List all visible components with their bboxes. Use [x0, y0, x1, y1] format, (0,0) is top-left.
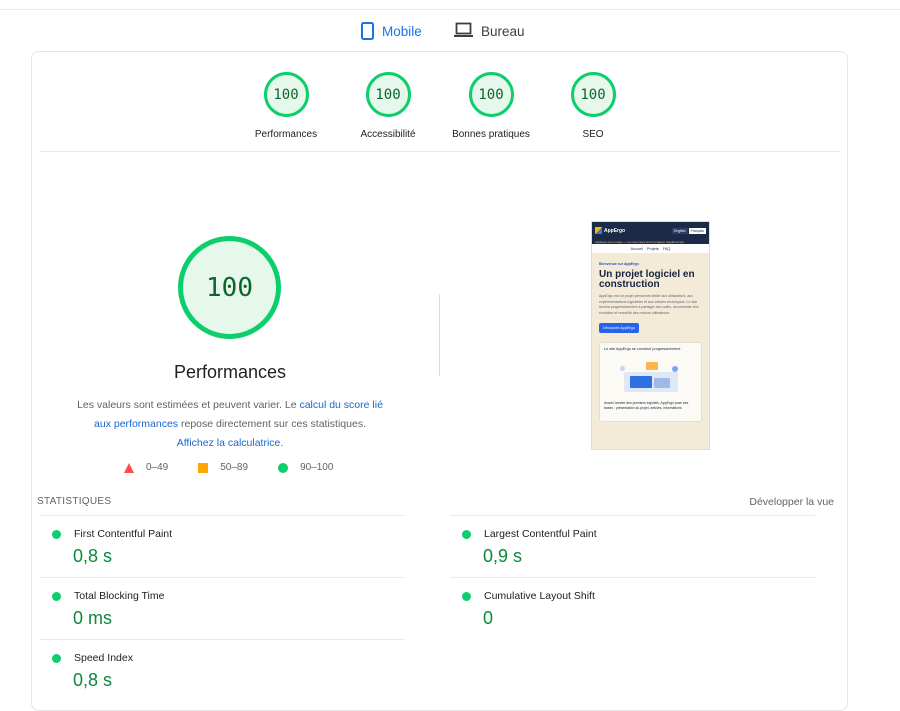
metric-name: First Contentful Paint: [74, 528, 173, 540]
legend-range: 0–49: [146, 462, 169, 473]
tab-bureau-label: Bureau: [481, 24, 525, 39]
gauge-label: Accessibilité: [360, 129, 416, 140]
tab-mobile[interactable]: Mobile: [361, 22, 422, 58]
metric-name: Cumulative Layout Shift: [484, 590, 595, 602]
metric-value: 0,8 s: [73, 546, 113, 566]
legend-range: 90–100: [300, 462, 334, 473]
thumb-navbar: AppErgo English Français: [592, 222, 709, 239]
thumb-lang-switch: English Français: [672, 227, 706, 234]
phone-icon: [361, 22, 374, 43]
vertical-divider: [439, 294, 440, 376]
laptop-icon: [454, 22, 473, 41]
metric-name: Total Blocking Time: [74, 590, 165, 602]
thumb-lang-en: English: [672, 227, 688, 234]
performance-score-gauge: 100: [178, 236, 281, 339]
metric-value: 0,8 s: [73, 670, 113, 690]
square-icon: [198, 462, 209, 473]
gauge-performances[interactable]: 100 Performances: [238, 72, 334, 140]
metric-value: 0 ms: [73, 608, 113, 628]
performance-title: Performances: [173, 362, 287, 382]
desc-text: .: [280, 437, 284, 449]
thumb-paragraph: AppErgo est un projet personnel dédié au…: [599, 294, 699, 315]
thumb-heading: Un projet logiciel en construction: [599, 269, 695, 290]
circle-icon: [278, 462, 289, 473]
thumb-body: Bienvenue sur AppErgo Un projet logiciel…: [592, 253, 709, 427]
desc-text: repose directement sur ces statistiques.: [178, 418, 366, 430]
legend-average: 50–89: [198, 462, 248, 473]
pass-circle-icon: [52, 654, 61, 663]
legend-fail: 0–49: [124, 462, 168, 473]
metric-value: 0,9 s: [483, 546, 523, 566]
legend-range: 50–89: [220, 462, 249, 473]
pass-circle-icon: [462, 592, 471, 601]
thumb-panel-footer: Avant l'arrivée des premiers logiciels, …: [604, 401, 689, 410]
thumb-panel-title: Le site AppErgo se construit progressive…: [604, 347, 681, 351]
gauge-bonnes-pratiques[interactable]: 100 Bonnes pratiques: [443, 72, 539, 140]
metric-divider: [40, 577, 405, 578]
calculator-link[interactable]: Affichez la calculatrice: [177, 437, 281, 449]
gauge-label: SEO: [582, 129, 604, 140]
metric-name: Largest Contentful Paint: [484, 528, 597, 540]
metric-divider: [40, 639, 405, 640]
gauge-label: Performances: [254, 129, 318, 140]
metric-divider: [450, 515, 815, 516]
metric-name: Speed Index: [74, 652, 133, 664]
triangle-icon: [124, 462, 134, 473]
legend-pass: 90–100: [278, 462, 333, 473]
thumb-menu-item: Accueil: [630, 246, 643, 251]
gauge-ring: 100: [468, 72, 514, 117]
score-legend: 0–49 50–89 90–100: [124, 462, 333, 473]
statistics-heading: STATISTIQUES: [37, 496, 112, 507]
thumb-brand: AppErgo: [604, 227, 626, 234]
gauge-ring: 100: [570, 72, 616, 117]
page-screenshot[interactable]: AppErgo English Français AppErgo est en …: [591, 221, 710, 450]
performance-description: Les valeurs sont estimées et peuvent var…: [76, 396, 384, 453]
logo-icon: [595, 227, 602, 234]
pass-circle-icon: [52, 592, 61, 601]
tab-mobile-label: Mobile: [382, 24, 422, 39]
thumb-cta-button: Découvrir AppErgo: [599, 323, 639, 333]
pass-circle-icon: [462, 530, 471, 539]
thumb-illustration: [616, 358, 686, 398]
top-border: [0, 9, 900, 10]
thumb-kicker: Bienvenue sur AppErgo: [599, 262, 639, 266]
metric-divider: [450, 577, 815, 578]
thumb-menu: Accueil Projets FAQ: [592, 244, 709, 253]
thumb-panel: Le site AppErgo se construit progressive…: [599, 342, 702, 422]
expand-view-toggle[interactable]: Développer la vue: [749, 496, 834, 508]
thumb-logo: AppErgo: [595, 227, 625, 234]
metric-value: 0: [483, 608, 494, 628]
pass-circle-icon: [52, 530, 61, 539]
thumb-menu-item: Projets: [646, 246, 659, 251]
thumb-lang-fr: Français: [688, 227, 706, 234]
gauge-ring: 100: [263, 72, 309, 117]
device-tabs: Mobile Bureau: [0, 14, 900, 58]
gauge-ring: 100: [365, 72, 411, 117]
thumb-menu-item: FAQ: [662, 246, 671, 251]
gauge-label: Bonnes pratiques: [452, 129, 530, 140]
metric-divider: [40, 515, 405, 516]
gauges-divider: [40, 151, 840, 152]
desc-text: Les valeurs sont estimées et peuvent var…: [77, 399, 300, 411]
gauge-seo[interactable]: 100 SEO: [545, 72, 641, 140]
tab-bureau[interactable]: Bureau: [454, 22, 525, 50]
gauge-accessibilite[interactable]: 100 Accessibilité: [340, 72, 436, 140]
